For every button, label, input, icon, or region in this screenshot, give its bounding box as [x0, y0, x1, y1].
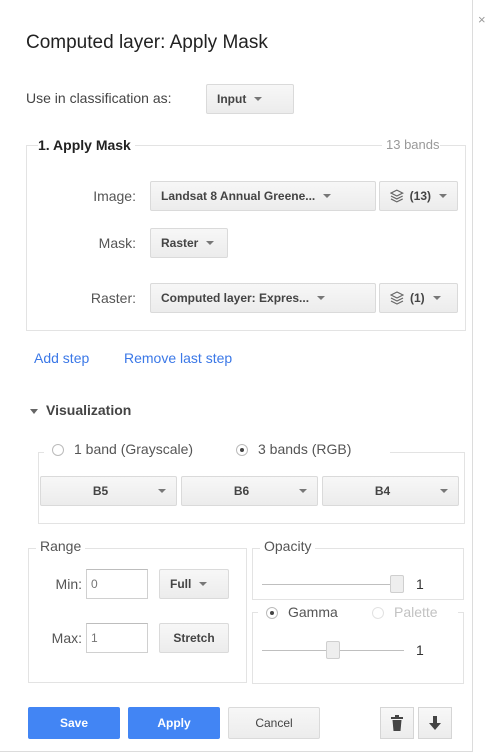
add-step-link[interactable]: Add step — [34, 350, 89, 366]
step-title: 1. Apply Mask — [38, 137, 135, 153]
image-value: Landsat 8 Annual Greene... — [161, 189, 316, 203]
layers-icon — [390, 189, 404, 203]
chevron-down-icon — [299, 489, 307, 493]
raster-label: Raster: — [90, 290, 136, 306]
raster-bands-selector[interactable]: (1) — [379, 283, 458, 313]
chevron-down-icon — [317, 296, 326, 300]
dialog-title: Computed layer: Apply Mask — [26, 32, 268, 53]
range-full-dropdown[interactable]: Full — [159, 569, 229, 599]
collapse-triangle-icon — [30, 408, 38, 414]
opacity-slider-track[interactable] — [262, 584, 404, 585]
visualization-heading-label: Visualization — [46, 402, 132, 418]
delete-button[interactable] — [380, 707, 414, 739]
range-stretch-label: Stretch — [173, 631, 215, 645]
opacity-value: 1 — [416, 576, 424, 592]
min-input[interactable] — [86, 569, 148, 599]
mask-dropdown[interactable]: Raster — [150, 228, 228, 258]
visualization-heading[interactable]: Visualization — [30, 402, 131, 418]
radio-grayscale-label: 1 band (Grayscale) — [74, 441, 194, 457]
radio-grayscale[interactable] — [52, 444, 64, 456]
mask-label: Mask: — [98, 235, 136, 251]
radio-rgb[interactable] — [236, 444, 248, 456]
radio-palette[interactable] — [372, 607, 384, 619]
cancel-button[interactable]: Cancel — [228, 707, 320, 739]
gamma-value: 1 — [416, 642, 424, 658]
band-green-value: B6 — [233, 484, 250, 498]
image-label: Image: — [93, 188, 136, 204]
max-input[interactable] — [86, 623, 148, 653]
image-band-count: (13) — [409, 189, 431, 203]
chevron-down-icon — [254, 97, 263, 101]
opacity-slider-thumb[interactable] — [390, 575, 404, 593]
classification-value: Input — [217, 92, 247, 106]
range-full-label: Full — [170, 577, 192, 591]
raster-dropdown[interactable]: Computed layer: Expres... — [150, 283, 376, 313]
chevron-down-icon — [199, 582, 208, 586]
max-label: Max: — [51, 630, 82, 646]
min-label: Min: — [55, 576, 82, 592]
image-bands-selector[interactable]: (13) — [379, 181, 458, 211]
radio-palette-label: Palette — [394, 604, 438, 620]
chevron-down-icon — [439, 194, 447, 198]
radio-gamma[interactable] — [266, 607, 278, 619]
range-stretch-button[interactable]: Stretch — [159, 623, 229, 653]
opacity-label: Opacity — [260, 538, 316, 554]
download-arrow-icon — [429, 716, 441, 730]
radio-rgb-label: 3 bands (RGB) — [258, 441, 352, 457]
chevron-down-icon — [323, 194, 332, 198]
raster-value: Computed layer: Expres... — [161, 291, 310, 305]
close-icon[interactable]: × — [478, 12, 486, 27]
save-button[interactable]: Save — [28, 707, 120, 739]
classification-dropdown[interactable]: Input — [206, 84, 294, 114]
apply-button[interactable]: Apply — [128, 707, 220, 739]
band-select-green[interactable]: B6 — [181, 476, 318, 506]
range-label: Range — [36, 538, 86, 554]
chevron-down-icon — [432, 296, 441, 300]
chevron-down-icon — [206, 241, 215, 245]
download-button[interactable] — [418, 707, 452, 739]
mask-value: Raster — [161, 236, 199, 250]
image-dropdown[interactable]: Landsat 8 Annual Greene... — [150, 181, 376, 211]
opacity-box — [252, 548, 464, 600]
band-select-red[interactable]: B5 — [40, 476, 177, 506]
radio-gamma-label: Gamma — [288, 604, 338, 620]
chevron-down-icon — [158, 489, 166, 493]
band-red-value: B5 — [92, 484, 109, 498]
cancel-label: Cancel — [255, 716, 293, 730]
step-bands-count: 13 bands — [382, 137, 440, 152]
band-select-blue[interactable]: B4 — [322, 476, 459, 506]
layers-icon — [390, 291, 404, 305]
trash-icon — [391, 715, 403, 731]
gamma-slider-thumb[interactable] — [326, 641, 340, 659]
remove-last-step-link[interactable]: Remove last step — [124, 350, 232, 366]
classification-label: Use in classification as: — [26, 90, 172, 106]
band-blue-value: B4 — [374, 484, 391, 498]
chevron-down-icon — [440, 489, 448, 493]
raster-band-count: (1) — [410, 291, 425, 305]
